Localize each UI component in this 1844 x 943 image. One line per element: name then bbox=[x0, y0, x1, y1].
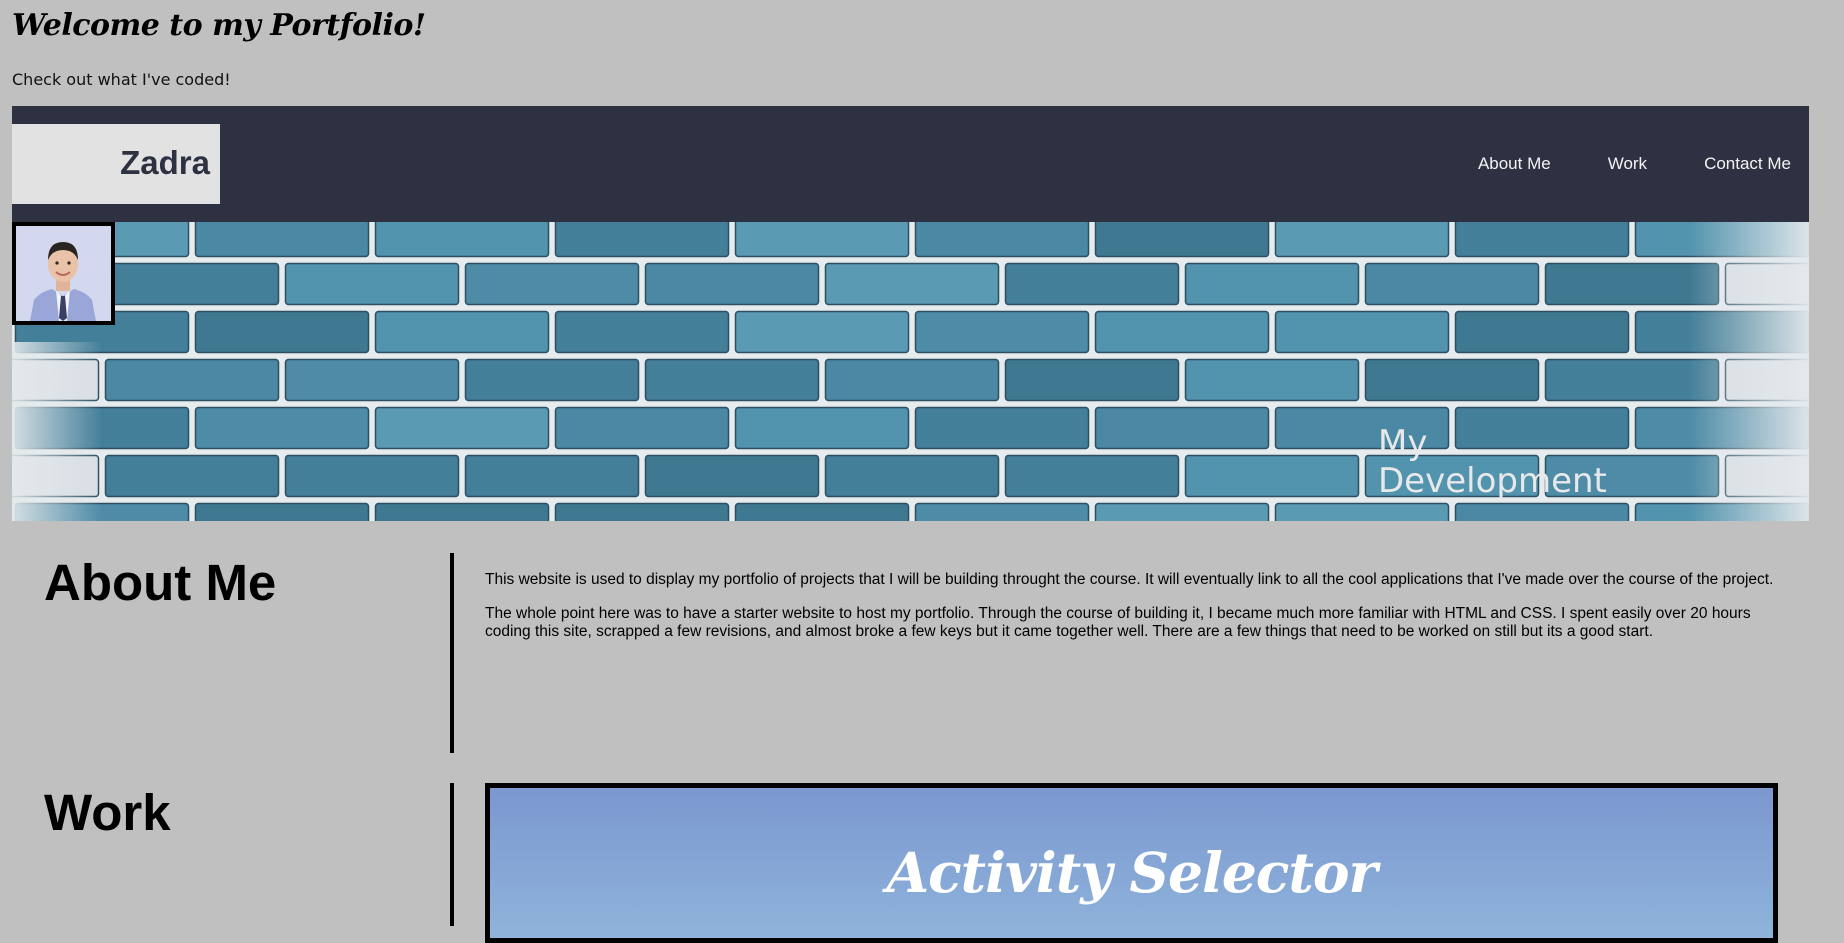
project-card-activity-selector[interactable]: Activity Selector bbox=[485, 783, 1778, 943]
brick bbox=[374, 222, 550, 258]
brick bbox=[644, 262, 820, 306]
site-header: Zadra About Me Work Contact Me bbox=[12, 106, 1809, 222]
brick bbox=[1454, 310, 1630, 354]
brick bbox=[1454, 222, 1630, 258]
brick bbox=[734, 222, 910, 258]
person-icon bbox=[16, 226, 111, 321]
brick bbox=[1364, 358, 1540, 402]
brick bbox=[374, 502, 550, 521]
about-paragraph: This website is used to display my portf… bbox=[485, 571, 1774, 588]
nav-link-about-me[interactable]: About Me bbox=[1478, 154, 1551, 174]
brick bbox=[284, 454, 460, 498]
hero-caption-line-2: Development bbox=[1378, 461, 1607, 501]
nav-link-work[interactable]: Work bbox=[1608, 154, 1647, 174]
brick bbox=[1184, 262, 1360, 306]
brick bbox=[104, 454, 280, 498]
brick bbox=[1274, 310, 1450, 354]
about-divider bbox=[450, 553, 454, 753]
hero-caption: My Development bbox=[1378, 424, 1638, 500]
brick bbox=[1094, 502, 1270, 521]
about-section: About Me This website is used to display… bbox=[12, 553, 1809, 753]
brick bbox=[914, 222, 1090, 258]
page-heading: Welcome to my Portfolio! bbox=[12, 8, 426, 43]
brick bbox=[194, 406, 370, 450]
brick bbox=[104, 262, 280, 306]
brick bbox=[284, 262, 460, 306]
brick bbox=[464, 454, 640, 498]
hero-banner: My Development bbox=[12, 222, 1809, 521]
brick bbox=[1184, 358, 1360, 402]
brick bbox=[1094, 222, 1270, 258]
wall-fade-right bbox=[1689, 222, 1809, 521]
about-paragraph: The whole point here was to have a start… bbox=[485, 605, 1751, 640]
main-nav: About Me Work Contact Me bbox=[1421, 154, 1791, 174]
brick bbox=[464, 262, 640, 306]
brick bbox=[374, 310, 550, 354]
work-divider bbox=[450, 783, 454, 926]
profile-photo bbox=[12, 222, 115, 325]
brick bbox=[1274, 502, 1450, 521]
brand-name: Zadra bbox=[120, 144, 210, 181]
brick bbox=[1094, 310, 1270, 354]
brick bbox=[104, 358, 280, 402]
brick bbox=[554, 310, 730, 354]
brick bbox=[914, 310, 1090, 354]
page-subheading: Check out what I've coded! bbox=[12, 70, 231, 89]
wall-fade-left bbox=[12, 342, 102, 521]
brick bbox=[644, 454, 820, 498]
brick bbox=[914, 502, 1090, 521]
brick bbox=[1184, 454, 1360, 498]
brick bbox=[824, 262, 1000, 306]
about-title: About Me bbox=[44, 554, 277, 611]
brick bbox=[194, 310, 370, 354]
brick bbox=[1364, 262, 1540, 306]
nav-link-contact-me[interactable]: Contact Me bbox=[1704, 154, 1791, 174]
work-section: Work Activity Selector bbox=[12, 783, 1809, 943]
brick bbox=[1274, 222, 1450, 258]
brick bbox=[374, 406, 550, 450]
brick bbox=[734, 310, 910, 354]
brick bbox=[1004, 262, 1180, 306]
brick bbox=[914, 406, 1090, 450]
brick bbox=[734, 502, 910, 521]
brick bbox=[1454, 502, 1630, 521]
work-title: Work bbox=[44, 784, 171, 841]
brick bbox=[464, 358, 640, 402]
brick bbox=[1004, 454, 1180, 498]
brick bbox=[554, 222, 730, 258]
brand-box[interactable]: Zadra bbox=[12, 124, 220, 204]
hero-caption-line-1: My bbox=[1378, 423, 1428, 463]
brick bbox=[734, 406, 910, 450]
brick bbox=[824, 454, 1000, 498]
about-text: This website is used to display my portf… bbox=[485, 571, 1785, 657]
project-title: Activity Selector bbox=[886, 840, 1378, 905]
brick bbox=[194, 222, 370, 258]
brick bbox=[1004, 358, 1180, 402]
brick bbox=[554, 406, 730, 450]
brick bbox=[194, 502, 370, 521]
brick bbox=[284, 358, 460, 402]
brick bbox=[644, 358, 820, 402]
brick bbox=[1094, 406, 1270, 450]
brick bbox=[554, 502, 730, 521]
brick bbox=[824, 358, 1000, 402]
